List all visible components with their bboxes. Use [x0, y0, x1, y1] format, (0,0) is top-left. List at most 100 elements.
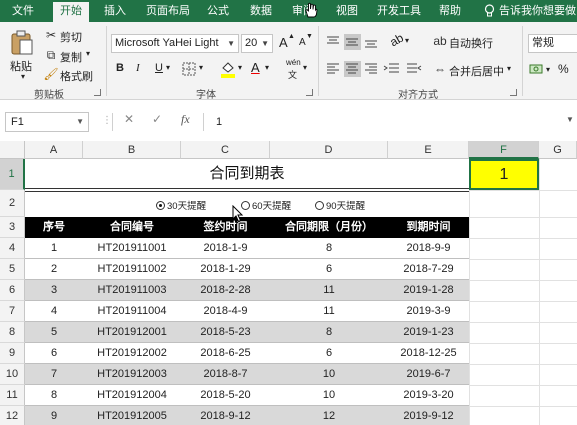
- cell-contract-no[interactable]: HT201912005: [83, 406, 181, 425]
- column-header-b[interactable]: B: [83, 141, 181, 159]
- cell-sign-date[interactable]: 2018-1-9: [181, 238, 270, 259]
- column-header-d[interactable]: D: [270, 141, 388, 159]
- alignment-launcher-icon[interactable]: [510, 89, 517, 96]
- text-orientation-icon[interactable]: ab: [387, 31, 406, 50]
- merge-center-button[interactable]: 合并后居中: [449, 63, 504, 79]
- cell-expiry-date[interactable]: 2018-12-25: [388, 343, 469, 364]
- cell-expiry-date[interactable]: 2019-1-28: [388, 280, 469, 301]
- clipboard-launcher-icon[interactable]: [94, 89, 101, 96]
- row-header-11[interactable]: 11: [0, 385, 25, 406]
- tell-me-search[interactable]: 告诉我你想要做: [499, 0, 576, 22]
- column-header-c[interactable]: C: [181, 141, 270, 159]
- font-color-dropdown-icon[interactable]: ▾: [265, 63, 269, 72]
- number-format-combo[interactable]: 常规: [528, 34, 577, 53]
- cell-term-months[interactable]: 8: [270, 322, 388, 343]
- cell-term-months[interactable]: 6: [270, 259, 388, 280]
- merge-center-icon[interactable]: ⇔: [432, 61, 448, 77]
- row-header-12[interactable]: 12: [0, 406, 25, 425]
- shrink-font-button[interactable]: A: [299, 37, 306, 48]
- cell-seq[interactable]: 3: [25, 280, 83, 301]
- cell-seq[interactable]: 1: [25, 238, 83, 259]
- currency-dropdown-icon[interactable]: ▾: [546, 65, 550, 74]
- fill-color-icon[interactable]: [220, 60, 236, 78]
- cell-seq[interactable]: 6: [25, 343, 83, 364]
- cell-contract-no[interactable]: HT201911003: [83, 280, 181, 301]
- formula-input[interactable]: 1: [216, 112, 222, 132]
- row-header-5[interactable]: 5: [0, 259, 25, 280]
- tab-file[interactable]: 文件: [12, 0, 34, 22]
- row-header-8[interactable]: 8: [0, 322, 25, 343]
- cell-seq[interactable]: 7: [25, 364, 83, 385]
- cell-seq[interactable]: 8: [25, 385, 83, 406]
- cell-contract-no[interactable]: HT201911002: [83, 259, 181, 280]
- percent-button[interactable]: %: [558, 62, 569, 76]
- row-header-1[interactable]: 1: [0, 159, 25, 190]
- phonetic-dropdown-icon[interactable]: ▾: [303, 63, 307, 72]
- cancel-icon[interactable]: ✕: [124, 112, 134, 126]
- selected-cell-f1[interactable]: 1: [469, 159, 539, 190]
- radio-option-90[interactable]: 90天提醒: [315, 201, 365, 213]
- cell-contract-no[interactable]: HT201911001: [83, 238, 181, 259]
- cell-expiry-date[interactable]: 2018-7-29: [388, 259, 469, 280]
- column-header-f[interactable]: F: [469, 141, 539, 159]
- wrap-text-icon[interactable]: ab: [432, 33, 448, 49]
- column-header-e[interactable]: E: [388, 141, 469, 159]
- row-header-3[interactable]: 3: [0, 217, 25, 238]
- tab-data[interactable]: 数据: [250, 0, 272, 22]
- cell-sign-date[interactable]: 2018-2-28: [181, 280, 270, 301]
- cell-expiry-date[interactable]: 2019-3-20: [388, 385, 469, 406]
- row-header-10[interactable]: 10: [0, 364, 25, 385]
- font-launcher-icon[interactable]: [306, 89, 313, 96]
- tab-help[interactable]: 帮助: [439, 0, 461, 22]
- borders-icon[interactable]: [182, 62, 196, 76]
- enter-icon[interactable]: ✓: [152, 112, 162, 126]
- indent-icons[interactable]: [383, 61, 423, 77]
- select-all-corner[interactable]: [0, 141, 25, 159]
- row-header-2[interactable]: 2: [0, 190, 25, 217]
- cut-button[interactable]: 剪切: [60, 29, 82, 45]
- cell-term-months[interactable]: 12: [270, 406, 388, 425]
- cell-term-months[interactable]: 10: [270, 385, 388, 406]
- radio-option-30[interactable]: 30天提醒: [156, 201, 206, 213]
- row-header-6[interactable]: 6: [0, 280, 25, 301]
- cell-term-months[interactable]: 10: [270, 364, 388, 385]
- paste-dropdown-icon[interactable]: ▾: [21, 72, 25, 81]
- phonetic-guide-button[interactable]: wén: [286, 58, 301, 67]
- cell-term-months[interactable]: 8: [270, 238, 388, 259]
- paste-icon[interactable]: [10, 30, 34, 56]
- underline-button[interactable]: U: [155, 62, 163, 74]
- cell-term-months[interactable]: 11: [270, 301, 388, 322]
- name-box[interactable]: F1 ▼: [5, 112, 89, 132]
- fill-color-dropdown-icon[interactable]: ▾: [238, 63, 242, 72]
- cell-sign-date[interactable]: 2018-1-29: [181, 259, 270, 280]
- column-header-a[interactable]: A: [25, 141, 83, 159]
- column-header-g[interactable]: G: [539, 141, 577, 159]
- wrap-text-button[interactable]: 自动换行: [449, 35, 493, 51]
- format-painter-icon[interactable]: 🖌: [43, 66, 59, 82]
- row-header-9[interactable]: 9: [0, 343, 25, 364]
- font-size-combo[interactable]: 20 ▼: [241, 34, 273, 53]
- cell-seq[interactable]: 2: [25, 259, 83, 280]
- cell-sign-date[interactable]: 2018-9-12: [181, 406, 270, 425]
- cell-sign-date[interactable]: 2018-5-23: [181, 322, 270, 343]
- cell-contract-no[interactable]: HT201912004: [83, 385, 181, 406]
- tab-home[interactable]: 开始: [53, 2, 89, 22]
- bold-button[interactable]: B: [116, 62, 124, 74]
- radio-option-60[interactable]: 60天提醒: [241, 201, 291, 213]
- tab-view[interactable]: 视图: [336, 0, 358, 22]
- cell-expiry-date[interactable]: 2019-6-7: [388, 364, 469, 385]
- vertical-align-icons[interactable]: [325, 34, 385, 50]
- format-painter-button[interactable]: 格式刷: [60, 68, 93, 84]
- cell-contract-no[interactable]: HT201911004: [83, 301, 181, 322]
- italic-button[interactable]: I: [136, 62, 140, 74]
- cell-seq[interactable]: 4: [25, 301, 83, 322]
- copy-button[interactable]: 复制: [60, 49, 82, 65]
- copy-icon[interactable]: ⧉: [43, 47, 59, 63]
- cell-expiry-date[interactable]: 2019-9-12: [388, 406, 469, 425]
- row-header-4[interactable]: 4: [0, 238, 25, 259]
- copy-dropdown-icon[interactable]: ▾: [86, 49, 90, 58]
- expand-formula-icon[interactable]: ▼: [566, 115, 574, 124]
- cell-contract-no[interactable]: HT201912003: [83, 364, 181, 385]
- font-name-combo[interactable]: Microsoft YaHei Light ▼: [111, 34, 239, 53]
- cut-icon[interactable]: ✂: [43, 27, 59, 43]
